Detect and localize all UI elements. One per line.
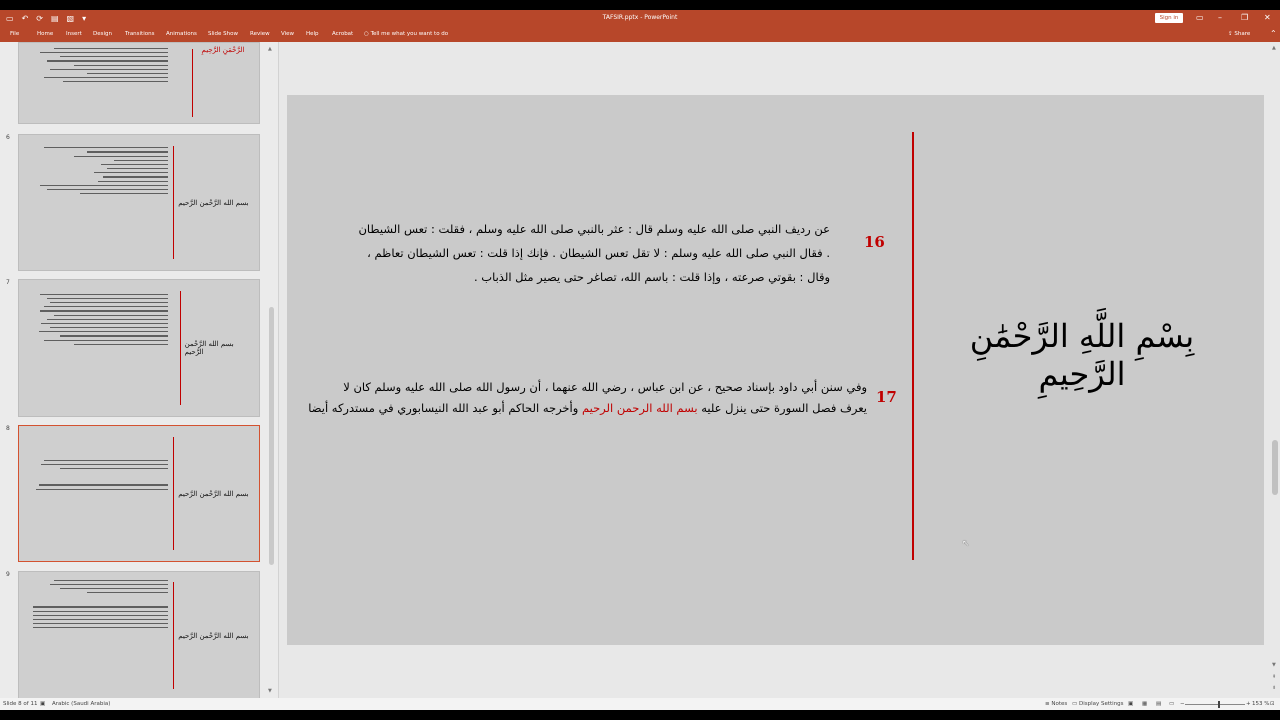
scroll-down-icon[interactable]: ▼: [268, 688, 272, 694]
hadith-17-line-1: وفي سنن أبي داود بإسناد صحيح ، عن ابن عب…: [343, 380, 867, 394]
hadith-17-line-2a: يعرف فصل السورة حتى ينزل عليه: [701, 401, 867, 415]
hadith-17-line-2: يعرف فصل السورة حتى ينزل عليه بسم الله ا…: [305, 398, 867, 419]
red-divider-line: [912, 132, 914, 560]
slide-sorter-icon[interactable]: ▦: [1142, 701, 1147, 707]
tab-view[interactable]: View: [281, 31, 294, 37]
accessibility-icon[interactable]: ▣: [40, 701, 45, 707]
tab-help[interactable]: Help: [306, 31, 319, 37]
share-label: Share: [1234, 31, 1251, 37]
thumb-number: 7: [6, 279, 10, 286]
ribbon-tabs: File Home Insert Design Transitions Anim…: [0, 28, 1280, 42]
tell-me-label: Tell me what you want to do: [370, 31, 449, 37]
thumb-text: [33, 293, 168, 403]
thumb-title: بسم الله الرَّحْمن الرَّحيم: [184, 340, 234, 356]
tab-file[interactable]: File: [10, 31, 19, 37]
tab-design[interactable]: Design: [93, 31, 112, 37]
tab-home[interactable]: Home: [37, 31, 53, 37]
scroll-down-icon[interactable]: ▼: [1272, 662, 1276, 668]
slideshow-view-icon[interactable]: ▭: [1169, 701, 1174, 707]
hadith-16-line-2: . فقال النبي صلى الله عليه وسلم : لا تقل…: [367, 246, 830, 260]
close-icon[interactable]: ✕: [1264, 13, 1271, 23]
zoom-in-icon[interactable]: +: [1246, 701, 1251, 707]
thumb-number: 9: [6, 571, 10, 578]
thumb-text: [33, 579, 168, 687]
slide-thumbnail-8-selected[interactable]: بسم الله الرَّحْمن الرَّحيم: [18, 425, 260, 562]
scrollbar-thumb[interactable]: [269, 307, 274, 565]
display-icon: ▭: [1072, 701, 1078, 707]
notes-button[interactable]: ≡ Notes: [1045, 701, 1067, 707]
tab-slide-show[interactable]: Slide Show: [208, 31, 238, 37]
next-slide-icon[interactable]: ⇟: [1272, 685, 1276, 691]
thumb-title: بسم الله الرَّحْمن الرَّحيم: [178, 198, 249, 207]
tell-me-box[interactable]: ○ Tell me what you want to do: [364, 31, 448, 37]
share-icon: ⇪: [1228, 31, 1233, 37]
normal-view-icon[interactable]: ▣: [1128, 701, 1133, 707]
hadith-16-line-3: وقال : بقوتي صرعته ، وإذا قلت : باسم الل…: [473, 270, 830, 284]
language-indicator[interactable]: Arabic (Saudi Arabia): [52, 701, 110, 707]
tab-transitions[interactable]: Transitions: [125, 31, 154, 37]
lightbulb-icon: ○: [364, 31, 369, 37]
scrollbar-thumb[interactable]: [1272, 440, 1278, 495]
slide-thumbnail-7[interactable]: بسم الله الرَّحْمن الرَّحيم: [18, 279, 260, 417]
thumb-number: 6: [6, 134, 10, 141]
ribbon-display-icon[interactable]: ▭: [1196, 13, 1204, 23]
thumb-title: الرَّحْمَنِ الرَّحِيمِ: [201, 46, 245, 54]
tab-animations[interactable]: Animations: [166, 31, 197, 37]
slide-canvas[interactable]: بِسْمِ اللَّهِ الرَّحْمَٰنِ الرَّحِيمِ 1…: [287, 95, 1264, 645]
thumb-text: [33, 147, 168, 256]
tab-review[interactable]: Review: [250, 31, 270, 37]
thumb-title: بسم الله الرَّحْمن الرَّحيم: [178, 631, 249, 640]
zoom-slider[interactable]: [1185, 704, 1245, 705]
reading-view-icon[interactable]: ▤: [1156, 701, 1161, 707]
display-label: Display Settings: [1078, 701, 1124, 707]
sign-in-button[interactable]: Sign in: [1155, 13, 1183, 23]
notes-label: Notes: [1051, 701, 1068, 707]
hadith-17-line-2b: وأخرجه الحاكم أبو عبد الله النيسابوري في…: [308, 401, 579, 415]
basmala-highlight: بسم الله الرحمن الرحيم: [581, 401, 698, 415]
slide-counter: Slide 8 of 11: [3, 701, 38, 707]
slide-thumbnail-5[interactable]: الرَّحْمَنِ الرَّحِيمِ: [18, 42, 260, 124]
slide-thumbnail-pane: الرَّحْمَنِ الرَّحِيمِ 6 بسم الله الرَّح…: [0, 42, 279, 698]
fit-slide-icon[interactable]: ⊡: [1270, 701, 1275, 707]
restore-icon[interactable]: ❐: [1241, 13, 1248, 23]
share-button[interactable]: ⇪ Share: [1228, 31, 1250, 37]
slide-title-basmala[interactable]: بِسْمِ اللَّهِ الرَّحْمَٰنِ الرَّحِيمِ: [957, 317, 1207, 393]
workspace: الرَّحْمَنِ الرَّحِيمِ 6 بسم الله الرَّح…: [0, 42, 1280, 698]
thumbnail-scrollbar[interactable]: ▲ ▼: [268, 42, 276, 698]
screen-border: [0, 710, 1280, 720]
tab-insert[interactable]: Insert: [66, 31, 82, 37]
zoom-level[interactable]: 153 %: [1252, 701, 1269, 707]
thumb-text: [33, 47, 168, 115]
mouse-cursor-icon: ↖: [962, 539, 970, 549]
title-bar: ▭ ↶ ⟳ ▤ ▧ ▾ TAFSIR.pptx - PowerPoint Sig…: [0, 10, 1280, 28]
collapse-ribbon-icon[interactable]: ⌃: [1270, 29, 1277, 38]
status-bar: Slide 8 of 11 ▣ Arabic (Saudi Arabia) ≡ …: [0, 698, 1280, 710]
minimize-icon[interactable]: –: [1218, 13, 1222, 23]
hadith-16-line-1: عن رديف النبي صلى الله عليه وسلم قال : ع…: [358, 222, 830, 236]
display-settings-button[interactable]: ▭ Display Settings: [1072, 701, 1124, 707]
zoom-slider-knob[interactable]: [1218, 701, 1220, 708]
window-title: TAFSIR.pptx - PowerPoint: [602, 14, 678, 21]
hadith-16-text[interactable]: عن رديف النبي صلى الله عليه وسلم قال : ع…: [317, 217, 830, 289]
thumb-number: 8: [6, 425, 10, 432]
hadith-17-text[interactable]: وفي سنن أبي داود بإسناد صحيح ، عن ابن عب…: [305, 377, 867, 419]
thumb-text: [33, 459, 168, 548]
slide-thumbnail-9[interactable]: بسم الله الرَّحْمن الرَّحيم: [18, 571, 260, 698]
scroll-up-icon[interactable]: ▲: [1272, 45, 1276, 51]
hadith-number-17: 17: [876, 388, 897, 406]
zoom-out-icon[interactable]: −: [1180, 701, 1185, 707]
scroll-up-icon[interactable]: ▲: [268, 46, 272, 52]
notes-icon: ≡: [1045, 701, 1050, 707]
slide-scrollbar[interactable]: ▲ ▼ ⇞ ⇟: [1270, 42, 1280, 698]
thumb-title: بسم الله الرَّحْمن الرَّحيم: [178, 489, 249, 498]
slide-thumbnail-6[interactable]: بسم الله الرَّحْمن الرَّحيم: [18, 134, 260, 271]
hadith-number-16: 16: [864, 233, 885, 251]
tab-acrobat[interactable]: Acrobat: [332, 31, 353, 37]
previous-slide-icon[interactable]: ⇞: [1272, 674, 1276, 680]
